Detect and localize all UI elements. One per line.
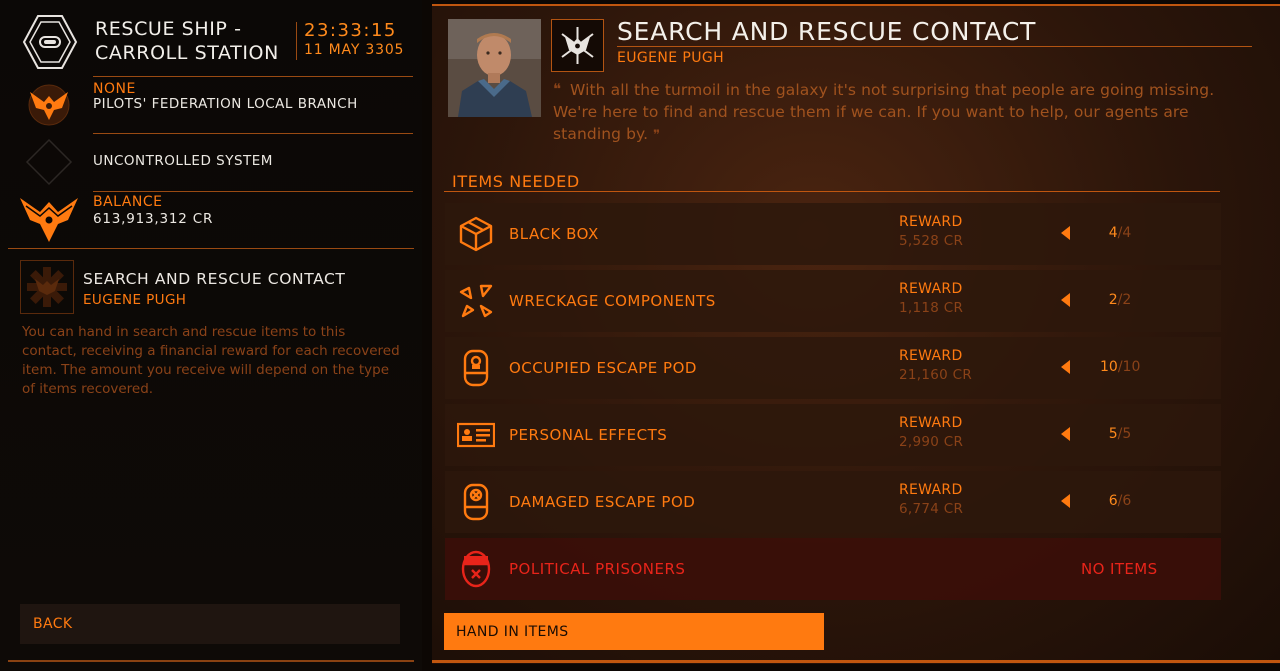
balance-value: 613,913,312 CR (93, 211, 214, 227)
divider (8, 660, 414, 662)
item-name: PERSONAL EFFECTS (509, 426, 668, 444)
contact-portrait (448, 19, 541, 117)
reward-label: REWARD (899, 281, 963, 297)
faction-allegiance: NONE (93, 81, 136, 97)
item-count: 2/2 (1108, 292, 1132, 308)
count-total: 6 (1122, 493, 1132, 509)
escape-pod-icon (457, 349, 495, 387)
reward-label: REWARD (899, 348, 963, 364)
reward-label: REWARD (899, 214, 963, 230)
clock-time: 23:33:15 (304, 20, 397, 41)
contact-name: EUGENE PUGH (83, 292, 187, 308)
item-row-political-prisoners: POLITICAL PRISONERS NO ITEMS (445, 538, 1221, 600)
count-total: 10 (1122, 359, 1141, 375)
divider (432, 4, 1280, 6)
divider (8, 248, 414, 249)
hand-in-items-button[interactable]: HAND IN ITEMS (444, 613, 824, 650)
faction-emblem-icon (24, 82, 74, 128)
item-name: POLITICAL PRISONERS (509, 560, 686, 578)
item-name: DAMAGED ESCAPE POD (509, 493, 696, 511)
quote-close-icon: ❞ (653, 128, 661, 143)
item-row-damaged-escape-pod[interactable]: DAMAGED ESCAPE POD REWARD 6,774 CR 6/6 (445, 471, 1221, 533)
item-row-occupied-escape-pod[interactable]: OCCUPIED ESCAPE POD REWARD 21,160 CR 10/… (445, 337, 1221, 399)
station-name: RESCUE SHIP - CARROLL STATION (95, 17, 279, 65)
count-current: 4 (1108, 225, 1118, 241)
count-total: 5 (1122, 426, 1132, 442)
item-row-black-box[interactable]: BLACK BOX REWARD 5,528 CR 4/4 (445, 203, 1221, 265)
prisoner-pod-icon (457, 550, 495, 588)
clock-date: 11 MAY 3305 (304, 42, 405, 58)
divider (432, 660, 1280, 663)
contact-quote: With all the turmoil in the galaxy it's … (553, 79, 1253, 147)
damaged-pod-icon (457, 483, 495, 521)
pilot-rank-emblem-icon (18, 194, 80, 246)
header-divider (296, 22, 297, 60)
reward-value: 21,160 CR (899, 367, 973, 383)
decrease-arrow-icon[interactable] (1061, 494, 1070, 508)
decrease-arrow-icon[interactable] (1061, 226, 1070, 240)
count-total: 4 (1122, 225, 1132, 241)
title-underline (617, 46, 1252, 47)
contact-description: You can hand in search and rescue items … (22, 324, 400, 397)
item-count: 10/10 (1100, 359, 1141, 375)
divider (93, 133, 413, 134)
reward-value: 2,990 CR (899, 434, 964, 450)
faction-name: PILOTS' FEDERATION LOCAL BRANCH (93, 96, 358, 112)
item-count: 5/5 (1108, 426, 1132, 442)
main-subtitle: EUGENE PUGH (617, 50, 725, 66)
balance-label: BALANCE (93, 194, 163, 210)
item-count: 4/4 (1108, 225, 1132, 241)
reward-value: 5,528 CR (899, 233, 964, 249)
station-logo-icon (20, 12, 80, 72)
main-title: SEARCH AND RESCUE CONTACT (617, 17, 1037, 46)
item-name: WRECKAGE COMPONENTS (509, 292, 716, 310)
rescue-contact-icon (20, 260, 74, 314)
reward-value: 1,118 CR (899, 300, 964, 316)
reward-label: REWARD (899, 482, 963, 498)
item-row-wreckage-components[interactable]: WRECKAGE COMPONENTS REWARD 1,118 CR 2/2 (445, 270, 1221, 332)
items-underline (444, 191, 1220, 192)
back-button[interactable]: BACK (20, 604, 400, 644)
station-name-line-1: RESCUE SHIP - (95, 18, 242, 40)
divider (93, 76, 413, 77)
left-panel: RESCUE SHIP - CARROLL STATION 23:33:15 1… (0, 0, 422, 671)
count-current: 2 (1108, 292, 1118, 308)
count-current: 6 (1108, 493, 1118, 509)
system-diamond-icon (25, 138, 73, 186)
item-count: 6/6 (1108, 493, 1132, 509)
count-total: 2 (1122, 292, 1132, 308)
id-card-icon (456, 416, 496, 454)
item-name: OCCUPIED ESCAPE POD (509, 359, 697, 377)
divider (93, 191, 413, 192)
count-current: 10 (1100, 359, 1118, 375)
decrease-arrow-icon[interactable] (1061, 293, 1070, 307)
items-needed-header: ITEMS NEEDED (452, 172, 580, 191)
rescue-emblem-icon (551, 19, 604, 72)
no-items-status: NO ITEMS (1081, 560, 1158, 578)
contact-title: SEARCH AND RESCUE CONTACT (83, 270, 346, 288)
system-status: UNCONTROLLED SYSTEM (93, 153, 273, 169)
decrease-arrow-icon[interactable] (1061, 360, 1070, 374)
reward-label: REWARD (899, 415, 963, 431)
reward-value: 6,774 CR (899, 501, 964, 517)
decrease-arrow-icon[interactable] (1061, 427, 1070, 441)
count-current: 5 (1108, 426, 1118, 442)
wreckage-icon (457, 282, 495, 320)
item-name: BLACK BOX (509, 225, 599, 243)
black-box-icon (457, 215, 495, 253)
station-name-line-2: CARROLL STATION (95, 42, 279, 64)
item-row-personal-effects[interactable]: PERSONAL EFFECTS REWARD 2,990 CR 5/5 (445, 404, 1221, 466)
